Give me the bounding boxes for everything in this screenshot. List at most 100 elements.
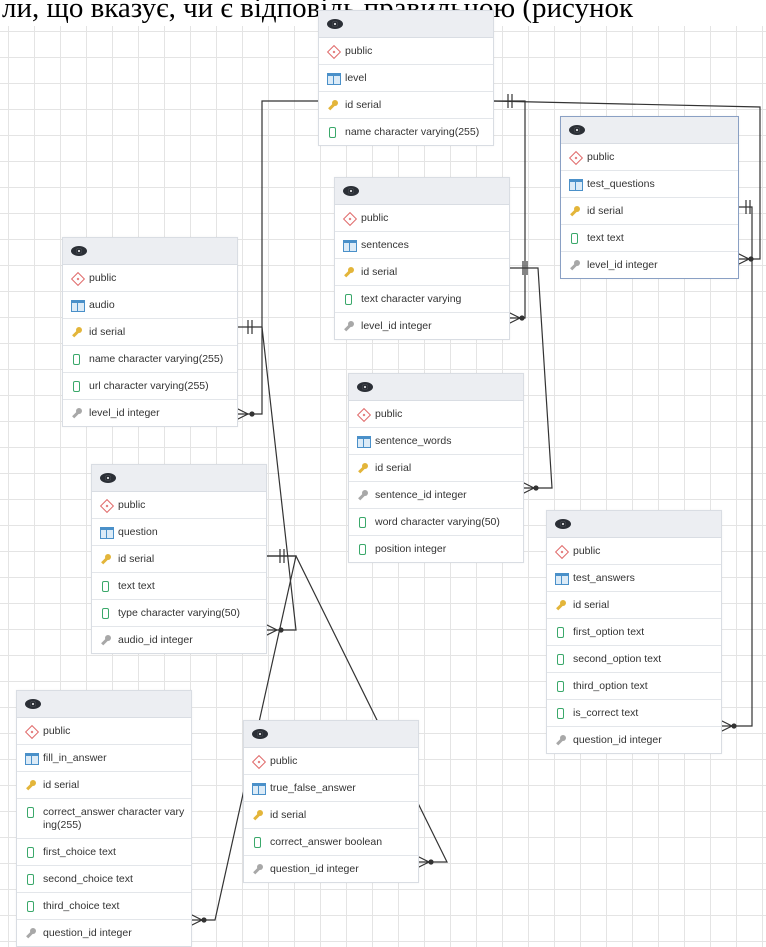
eye-icon xyxy=(555,519,571,529)
table-name-row: sentence_words xyxy=(349,428,523,455)
column-row: word character varying(50) xyxy=(349,509,523,536)
table-name-row: sentences xyxy=(335,232,509,259)
table-header[interactable] xyxy=(561,117,738,144)
foreign-key-icon xyxy=(343,321,354,332)
column-row: question_id integer xyxy=(17,920,191,946)
eye-icon xyxy=(357,382,373,392)
column-row: text text xyxy=(92,573,266,600)
column-row: position integer xyxy=(349,536,523,562)
column-row: first_choice text xyxy=(17,839,191,866)
table-icon xyxy=(343,239,357,252)
table-header[interactable] xyxy=(92,465,266,492)
table-icon xyxy=(357,435,371,448)
table-sentence-words[interactable]: public sentence_words id serial sentence… xyxy=(348,373,524,563)
table-header[interactable] xyxy=(349,374,523,401)
column-icon xyxy=(27,847,34,858)
schema-row: public xyxy=(349,401,523,428)
column-row: text text xyxy=(561,225,738,252)
primary-key-icon xyxy=(357,463,368,474)
schema-row: public xyxy=(335,205,509,232)
column-row: question_id integer xyxy=(547,727,721,753)
column-row: level_id integer xyxy=(63,400,237,426)
table-name-row: true_false_answer xyxy=(244,775,418,802)
column-row: level_id integer xyxy=(335,313,509,339)
schema-row: public xyxy=(92,492,266,519)
column-icon xyxy=(329,127,336,138)
table-header[interactable] xyxy=(63,238,237,265)
eye-icon xyxy=(25,699,41,709)
column-icon xyxy=(557,681,564,692)
schema-row: public xyxy=(244,748,418,775)
table-test-answers[interactable]: public test_answers id serial first_opti… xyxy=(546,510,722,754)
link-level-audio[interactable] xyxy=(236,100,318,415)
column-icon xyxy=(359,517,366,528)
column-row: second_option text xyxy=(547,646,721,673)
table-header[interactable] xyxy=(17,691,191,718)
eye-icon xyxy=(100,473,116,483)
column-icon xyxy=(557,708,564,719)
table-name-row: test_questions xyxy=(561,171,738,198)
table-audio[interactable]: public audio id serial name character va… xyxy=(62,237,238,427)
column-row: name character varying(255) xyxy=(319,119,493,145)
table-name-row: level xyxy=(319,65,493,92)
column-row: question_id integer xyxy=(244,856,418,882)
table-icon xyxy=(327,72,341,85)
column-row: id serial xyxy=(244,802,418,829)
schema-row: public xyxy=(547,538,721,565)
table-header[interactable] xyxy=(547,511,721,538)
column-icon xyxy=(345,294,352,305)
table-level[interactable]: public level id serial name character va… xyxy=(318,10,494,146)
table-icon xyxy=(252,782,266,795)
schema-row: public xyxy=(319,38,493,65)
table-header[interactable] xyxy=(319,11,493,38)
primary-key-icon xyxy=(555,600,566,611)
column-row: id serial xyxy=(349,455,523,482)
column-row: first_option text xyxy=(547,619,721,646)
table-icon xyxy=(25,752,39,765)
foreign-key-icon xyxy=(252,864,263,875)
eye-icon xyxy=(327,19,343,29)
table-test-questions[interactable]: public test_questions id serial text tex… xyxy=(560,116,739,279)
column-icon xyxy=(254,837,261,848)
schema-icon xyxy=(326,44,342,59)
table-icon xyxy=(100,526,114,539)
column-row: id serial xyxy=(319,92,493,119)
schema-row: public xyxy=(561,144,738,171)
table-header[interactable] xyxy=(335,178,509,205)
eye-icon xyxy=(569,125,585,135)
column-row: is_correct text xyxy=(547,700,721,727)
column-icon xyxy=(73,381,80,392)
table-true-false-answer[interactable]: public true_false_answer id serial corre… xyxy=(243,720,419,883)
table-sentences[interactable]: public sentences id serial text characte… xyxy=(334,177,510,340)
foreign-key-icon xyxy=(357,490,368,501)
table-icon xyxy=(71,299,85,312)
column-icon xyxy=(27,807,34,818)
link-test-questions-test-answers[interactable] xyxy=(720,206,753,727)
column-row: id serial xyxy=(17,772,191,799)
schema-icon xyxy=(70,271,86,286)
table-fill-in-answer[interactable]: public fill_in_answer id serial correct_… xyxy=(16,690,192,947)
primary-key-icon xyxy=(25,780,36,791)
foreign-key-icon xyxy=(555,735,566,746)
schema-icon xyxy=(568,150,584,165)
eye-icon xyxy=(71,246,87,256)
primary-key-icon xyxy=(569,206,580,217)
column-icon xyxy=(557,627,564,638)
primary-key-icon xyxy=(327,100,338,111)
primary-key-icon xyxy=(343,267,354,278)
schema-icon xyxy=(24,724,40,739)
column-row: audio_id integer xyxy=(92,627,266,653)
column-icon xyxy=(102,581,109,592)
column-icon xyxy=(571,233,578,244)
primary-key-icon xyxy=(100,554,111,565)
column-row: id serial xyxy=(92,546,266,573)
table-header[interactable] xyxy=(244,721,418,748)
eye-icon xyxy=(343,186,359,196)
eye-icon xyxy=(252,729,268,739)
table-question[interactable]: public question id serial text text type… xyxy=(91,464,267,654)
column-row: id serial xyxy=(547,592,721,619)
column-row: second_choice text xyxy=(17,866,191,893)
schema-icon xyxy=(251,754,267,769)
table-name-row: test_answers xyxy=(547,565,721,592)
schema-icon xyxy=(99,498,115,513)
